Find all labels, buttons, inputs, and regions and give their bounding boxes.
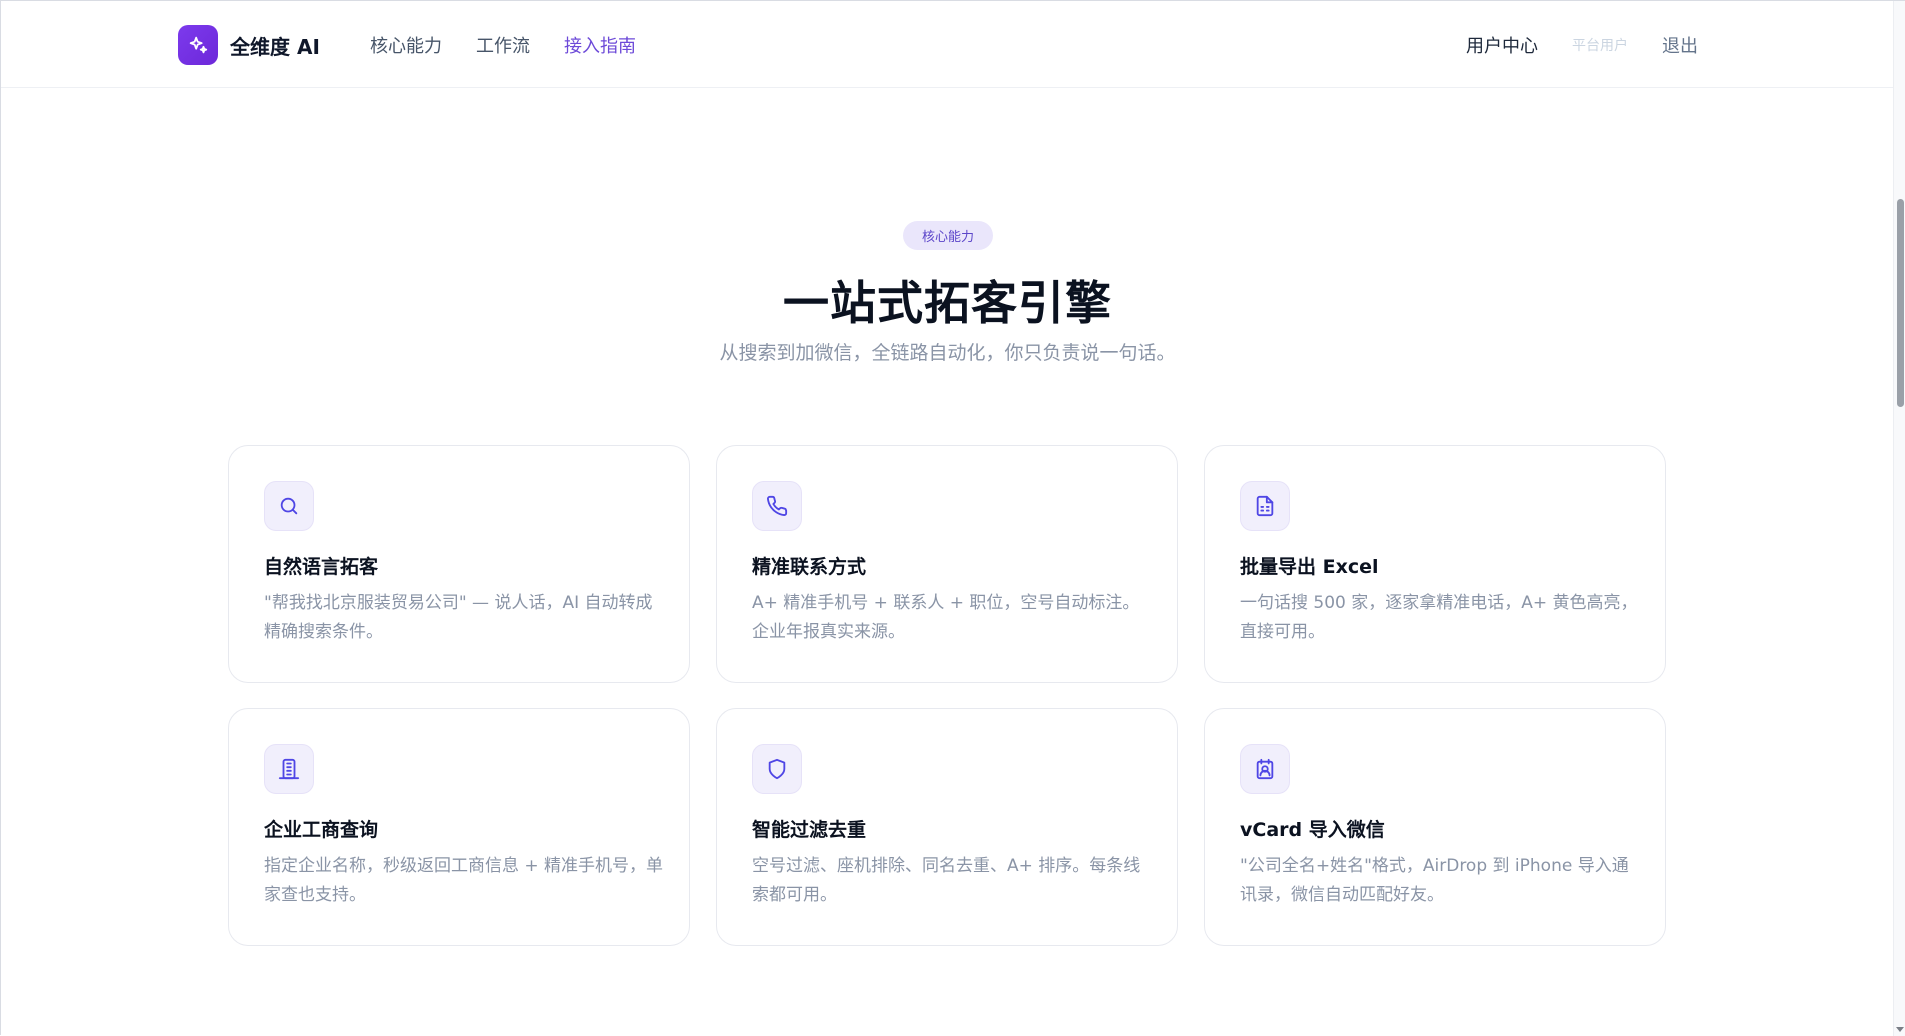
- card-title: vCard 导入微信: [1240, 819, 1385, 841]
- card-description: 指定企业名称，秒级返回工商信息 + 精准手机号，单家查也支持。: [264, 856, 664, 905]
- page-scrollbar[interactable]: [1893, 1, 1905, 1036]
- section-badge: 核心能力: [903, 221, 993, 250]
- logout-button[interactable]: 退出: [1662, 32, 1698, 58]
- top-navbar: 全维度 AI 核心能力 工作流 接入指南 用户中心 平台用户 退出: [1, 1, 1894, 88]
- user-center-link[interactable]: 用户中心: [1466, 32, 1538, 58]
- feature-card-smart-filter: 智能过滤去重 空号过滤、座机排除、同名去重、A+ 排序。每条线索都可用。: [716, 708, 1178, 946]
- document-icon: [1240, 481, 1290, 531]
- feature-card-contact-info: 精准联系方式 A+ 精准手机号 + 联系人 + 职位，空号自动标注。企业年报真实…: [716, 445, 1178, 683]
- sparkle-logo-icon: [178, 25, 218, 65]
- section-title: 一站式拓客引擎: [783, 276, 1112, 330]
- card-description: "帮我找北京服装贸易公司" — 说人话，AI 自动转成精确搜索条件。: [264, 593, 653, 642]
- browser-viewport: 全维度 AI 核心能力 工作流 接入指南 用户中心 平台用户 退出 核心能力 一…: [0, 0, 1905, 1036]
- feature-card-excel-export: 批量导出 Excel 一句话搜 500 家，逐家拿精准电话，A+ 黄色高亮，直接…: [1204, 445, 1666, 683]
- card-description: "公司全名+姓名"格式，AirDrop 到 iPhone 导入通讯录，微信自动匹…: [1240, 856, 1629, 905]
- search-icon: [264, 481, 314, 531]
- feature-card-company-lookup: 企业工商查询 指定企业名称，秒级返回工商信息 + 精准手机号，单家查也支持。: [228, 708, 690, 946]
- contact-card-icon: [1240, 744, 1290, 794]
- header-actions: 用户中心 平台用户 退出: [1466, 32, 1698, 58]
- main-nav: 核心能力 工作流 接入指南: [370, 32, 670, 58]
- building-icon: [264, 744, 314, 794]
- card-title: 企业工商查询: [264, 819, 379, 841]
- brand[interactable]: 全维度 AI: [178, 25, 320, 65]
- feature-card-vcard-import: vCard 导入微信 "公司全名+姓名"格式，AirDrop 到 iPhone …: [1204, 708, 1666, 946]
- feature-card-natural-language: 自然语言拓客 "帮我找北京服装贸易公司" — 说人话，AI 自动转成精确搜索条件…: [228, 445, 690, 683]
- section-subtitle: 从搜索到加微信，全链路自动化，你只负责说一句话。: [719, 342, 1176, 364]
- card-title: 批量导出 Excel: [1240, 556, 1379, 578]
- card-title: 智能过滤去重: [752, 819, 867, 841]
- card-title: 自然语言拓客: [264, 556, 379, 578]
- phone-icon: [752, 481, 802, 531]
- card-description: 空号过滤、座机排除、同名去重、A+ 排序。每条线索都可用。: [752, 856, 1141, 905]
- nav-workflow[interactable]: 工作流: [476, 32, 530, 58]
- nav-core-capabilities[interactable]: 核心能力: [370, 32, 442, 58]
- scrollbar-thumb[interactable]: [1897, 199, 1904, 407]
- user-role-label: 平台用户: [1572, 38, 1628, 54]
- brand-name: 全维度 AI: [230, 34, 320, 59]
- card-description: 一句话搜 500 家，逐家拿精准电话，A+ 黄色高亮，直接可用。: [1240, 593, 1638, 642]
- card-description: A+ 精准手机号 + 联系人 + 职位，空号自动标注。企业年报真实来源。: [752, 593, 1140, 642]
- scroll-down-arrow-icon[interactable]: [1896, 1027, 1904, 1032]
- shield-icon: [752, 744, 802, 794]
- card-title: 精准联系方式: [752, 556, 867, 578]
- nav-integration-guide[interactable]: 接入指南: [564, 32, 636, 58]
